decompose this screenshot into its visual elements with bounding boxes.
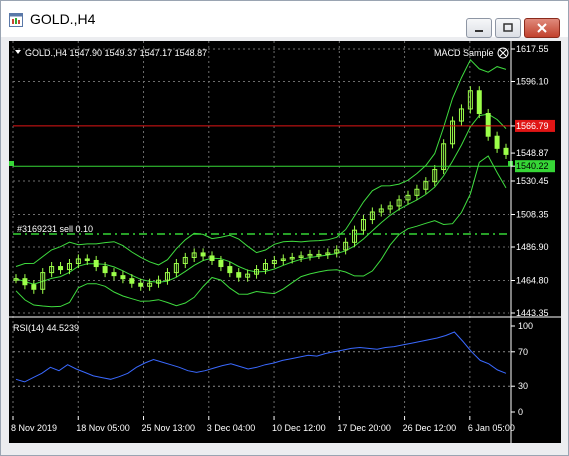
- price-label: 1596.10: [516, 77, 549, 87]
- minimize-button[interactable]: [466, 18, 492, 38]
- candle-body: [138, 282, 144, 287]
- price-scale[interactable]: 1617.55 1596.10 1566.79 1548.87 1540.22 1530.…: [511, 44, 555, 318]
- rsi-scale-label: 100: [518, 321, 533, 331]
- chart-area[interactable]: GOLD.,H4 1547.90 1549.37 1547.17 1548.87…: [9, 41, 561, 443]
- candle-body: [22, 278, 28, 286]
- candle-body: [485, 112, 491, 137]
- indicator-label: MACD Sample: [434, 48, 494, 58]
- rsi-scale: 100 70 30 0: [511, 321, 533, 417]
- candle-body: [58, 266, 64, 271]
- rsi-scale-label: 0: [518, 407, 523, 417]
- candle-body: [494, 135, 500, 149]
- time-label: 25 Nov 13:00: [142, 423, 196, 433]
- candle-body: [31, 284, 37, 290]
- price-label: 1486.90: [516, 242, 549, 252]
- time-label: 8 Nov 2019: [11, 423, 57, 433]
- candle-body: [84, 258, 90, 261]
- maximize-button[interactable]: [495, 18, 521, 38]
- time-axis: 8 Nov 2019 18 Nov 05:00 25 Nov 13:00 3 Dec …: [11, 416, 515, 433]
- time-label: 3 Dec 04:00: [207, 423, 256, 433]
- price-label: 1508.35: [516, 209, 549, 219]
- bollinger-upper: [15, 58, 507, 267]
- candle-body: [236, 272, 242, 278]
- time-label: 26 Dec 12:00: [403, 423, 457, 433]
- candle-body: [476, 90, 482, 114]
- price-label: 1464.80: [516, 275, 549, 285]
- time-label: 10 Dec 12:00: [272, 423, 326, 433]
- candle-body: [209, 255, 215, 261]
- price-label: 1617.55: [516, 44, 549, 54]
- price-label: 1548.87: [516, 148, 549, 158]
- candle-body: [503, 147, 509, 155]
- candle-body: [200, 252, 206, 257]
- price-candles: [13, 86, 509, 294]
- time-label: 17 Dec 20:00: [337, 423, 391, 433]
- trade-label: #3169231 sell 0.10: [17, 224, 93, 234]
- price-chart[interactable]: GOLD.,H4 1547.90 1549.37 1547.17 1548.87…: [9, 41, 561, 443]
- rsi-scale-label: 70: [518, 347, 528, 357]
- candle-body: [120, 275, 126, 280]
- window-title: GOLD.,H4: [30, 11, 96, 27]
- maximize-icon: [503, 23, 513, 32]
- rsi-scale-label: 30: [518, 381, 528, 391]
- bollinger-bands: [15, 58, 507, 308]
- main-header: GOLD.,H4 1547.90 1549.37 1547.17 1548.87: [25, 48, 207, 58]
- candle-body: [218, 259, 224, 268]
- candle-body: [227, 266, 233, 274]
- rsi-header: RSI(14) 44.5239: [13, 323, 79, 333]
- candle-body: [93, 259, 99, 268]
- time-label: 6 Jan 05:00: [468, 423, 515, 433]
- title-bar[interactable]: GOLD.,H4: [1, 1, 568, 38]
- minimize-icon: [475, 30, 483, 32]
- close-button[interactable]: [524, 18, 560, 38]
- chart-window: GOLD.,H4 GOLD.,H4 1547.90 1549.37 1547.1…: [0, 0, 569, 456]
- green-level-marker[interactable]: [9, 161, 14, 166]
- price-label: 1540.22: [516, 161, 549, 171]
- candle-body: [129, 278, 135, 284]
- price-label: 1530.45: [516, 176, 549, 186]
- candle-body: [111, 272, 117, 277]
- close-icon: [537, 23, 547, 33]
- time-label: 18 Nov 05:00: [76, 423, 130, 433]
- price-label: 1566.79: [516, 121, 549, 131]
- chart-app-icon: [9, 13, 23, 27]
- dropdown-triangle-icon[interactable]: [15, 50, 21, 54]
- candle-body: [102, 266, 108, 274]
- rsi-line: [15, 331, 507, 383]
